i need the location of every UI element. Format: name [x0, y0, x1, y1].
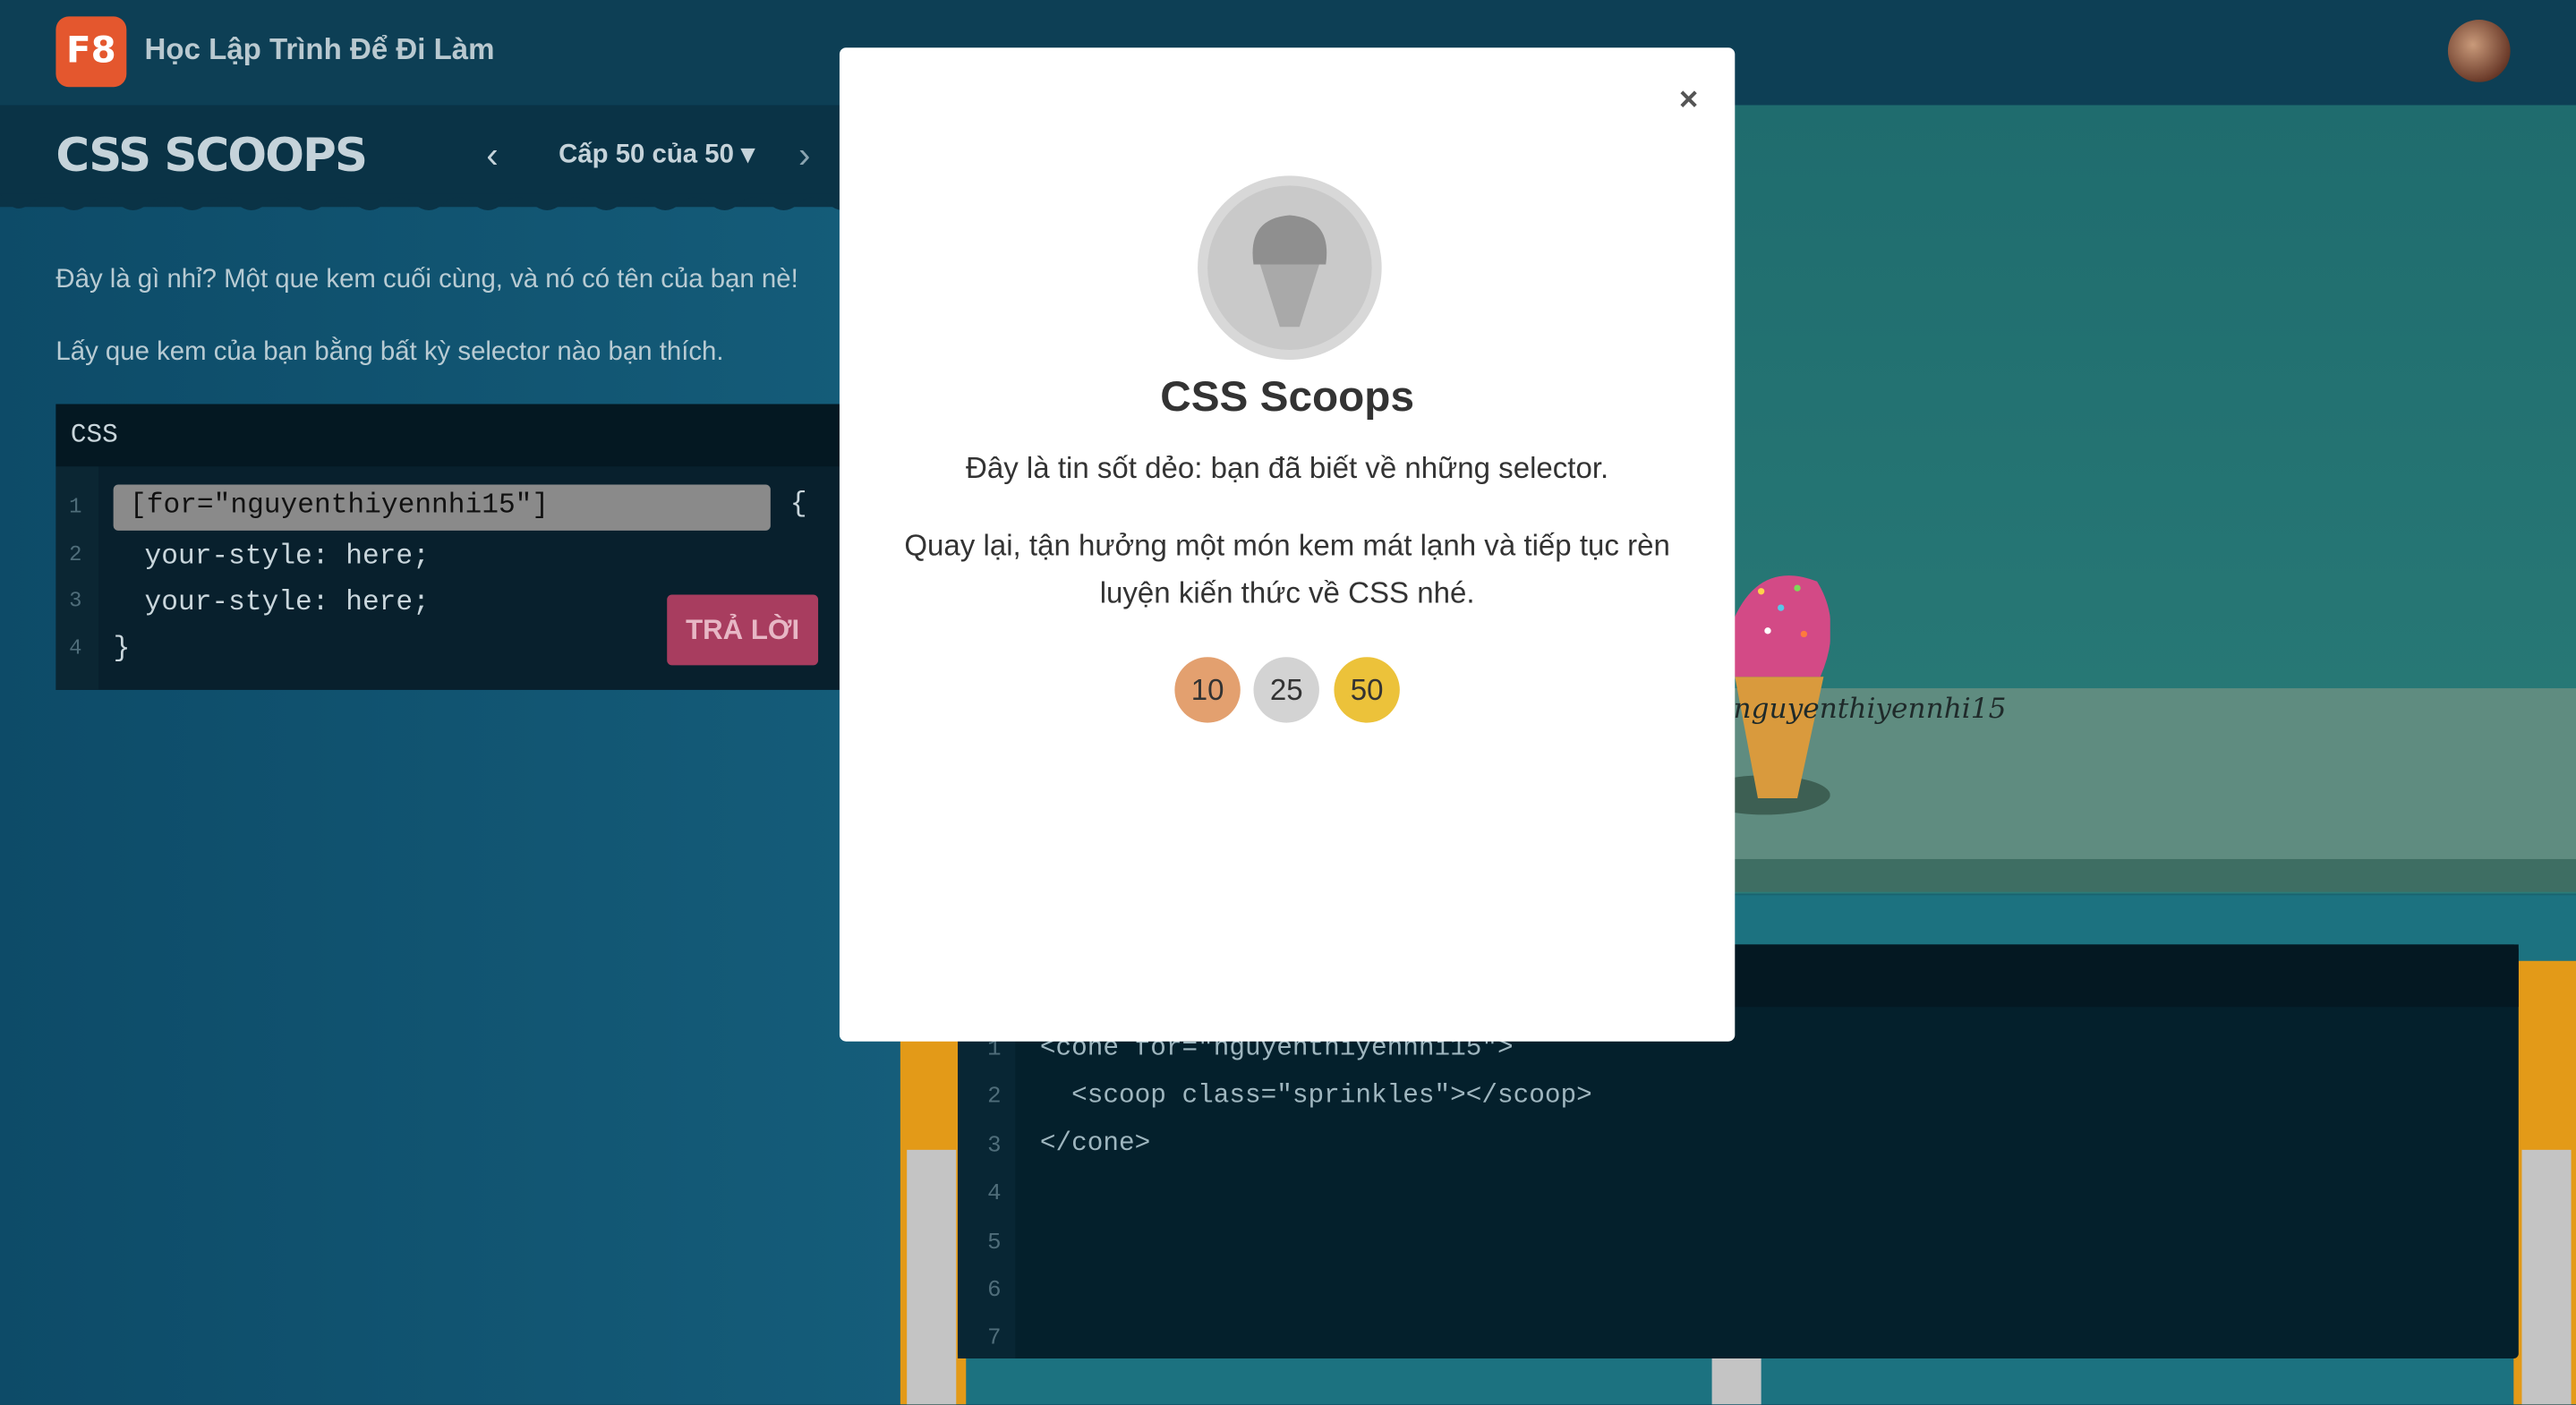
instruction-text: Đây là gì nhỉ? Một que kem cuối cùng, và…: [55, 266, 798, 294]
brace-close: }: [113, 634, 131, 666]
instruction-text: Lấy que kem của bạn bằng bất kỳ selector…: [55, 338, 724, 367]
code-line: your-style: here;: [144, 541, 430, 574]
cone-name-label: nguyenthiyennhi15: [1733, 693, 2007, 727]
game-title: CSS SCOOPS: [55, 128, 368, 183]
line-number: 2: [987, 1084, 1002, 1111]
table-leg: [2521, 1149, 2572, 1405]
next-level-icon[interactable]: ›: [798, 135, 810, 178]
left-pane: [0, 105, 900, 1405]
brace-open: {: [789, 489, 807, 521]
css-selector-input[interactable]: [for="nguyenthiyennhi15"]: [113, 484, 771, 531]
line-number: 1: [69, 494, 82, 520]
prev-level-icon[interactable]: ‹: [486, 135, 498, 178]
html-code-line: <scoop class="sprinkles"></scoop>: [1039, 1080, 1592, 1111]
css-editor-gutter: 1 2 3 4: [55, 466, 99, 690]
level-badge-25[interactable]: 25: [1253, 657, 1319, 723]
answer-button[interactable]: TRẢ LỜI: [667, 594, 819, 666]
avatar[interactable]: [2447, 20, 2511, 82]
modal-text: Quay lại, tận hưởng một món kem mát lạnh…: [904, 529, 1670, 609]
brand-name[interactable]: Học Lập Trình Để Đi Làm: [145, 33, 495, 68]
f8-logo[interactable]: F8: [55, 16, 127, 88]
html-viewer-gutter: 1 2 3 4 5 6 7: [958, 1007, 1016, 1358]
wave-divider: [0, 193, 900, 210]
css-editor-label: CSS: [70, 420, 118, 450]
close-icon[interactable]: ×: [1679, 82, 1698, 120]
css-editor-header: CSS: [55, 404, 900, 467]
line-number: 4: [987, 1180, 1002, 1208]
line-number: 3: [987, 1133, 1002, 1160]
level-badge-50[interactable]: 50: [1334, 657, 1400, 723]
modal-text: Đây là tin sốt dẻo: bạn đã biết về những…: [965, 451, 1609, 485]
line-number: 4: [69, 635, 82, 660]
code-line: your-style: here;: [144, 588, 430, 619]
level-badge-10[interactable]: 10: [1174, 657, 1241, 723]
line-number: 6: [987, 1278, 1002, 1305]
table-leg: [1711, 1357, 1761, 1405]
line-number: 5: [987, 1230, 1002, 1257]
line-number: 7: [987, 1325, 1002, 1352]
html-code-line: </cone>: [1039, 1128, 1151, 1159]
level-select-dropdown[interactable]: Cấp 50 của 50 ▾: [559, 138, 755, 171]
table-leg: [907, 1149, 957, 1405]
modal-title: CSS Scoops: [1160, 370, 1414, 421]
line-number: 2: [69, 541, 82, 567]
ice-cream-cone-icon: [1252, 215, 1327, 328]
line-number: 3: [69, 588, 82, 613]
